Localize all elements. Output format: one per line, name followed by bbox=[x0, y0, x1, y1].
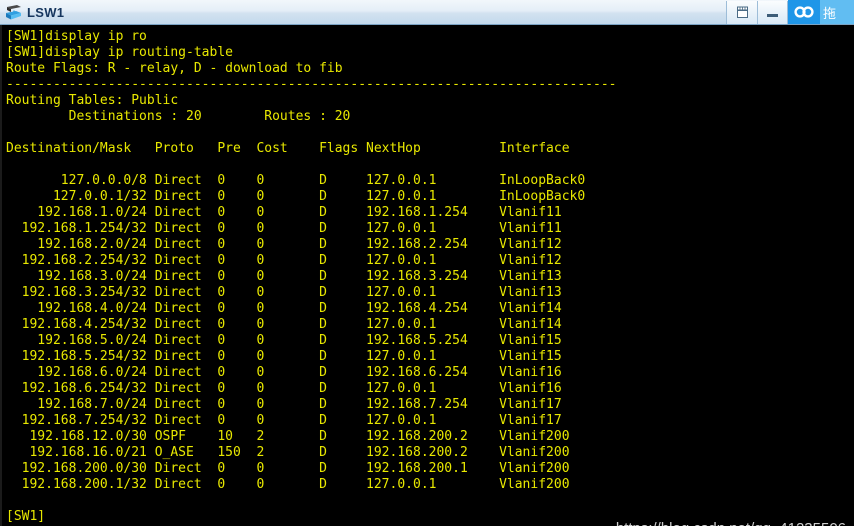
minimize-icon bbox=[767, 14, 778, 17]
restore-window-button[interactable] bbox=[726, 0, 758, 24]
cloud-sync-button[interactable] bbox=[788, 0, 820, 24]
window-titlebar[interactable]: LSW1 拖 bbox=[0, 0, 854, 25]
window-title: LSW1 bbox=[27, 4, 65, 20]
minimize-window-button[interactable] bbox=[758, 0, 788, 24]
restore-icon bbox=[736, 6, 748, 18]
switch-icon bbox=[6, 5, 21, 20]
drag-hint-label: 拖 bbox=[823, 5, 837, 21]
csdn-watermark: https://blog.csdn.net/qq_41235506 bbox=[616, 520, 846, 526]
infinity-icon bbox=[794, 6, 814, 18]
drag-hint-button[interactable]: 拖 bbox=[820, 0, 854, 24]
terminal-output: [SW1]display ip ro [SW1]display ip routi… bbox=[6, 29, 624, 526]
terminal-console[interactable]: [SW1]display ip ro [SW1]display ip routi… bbox=[0, 25, 854, 526]
